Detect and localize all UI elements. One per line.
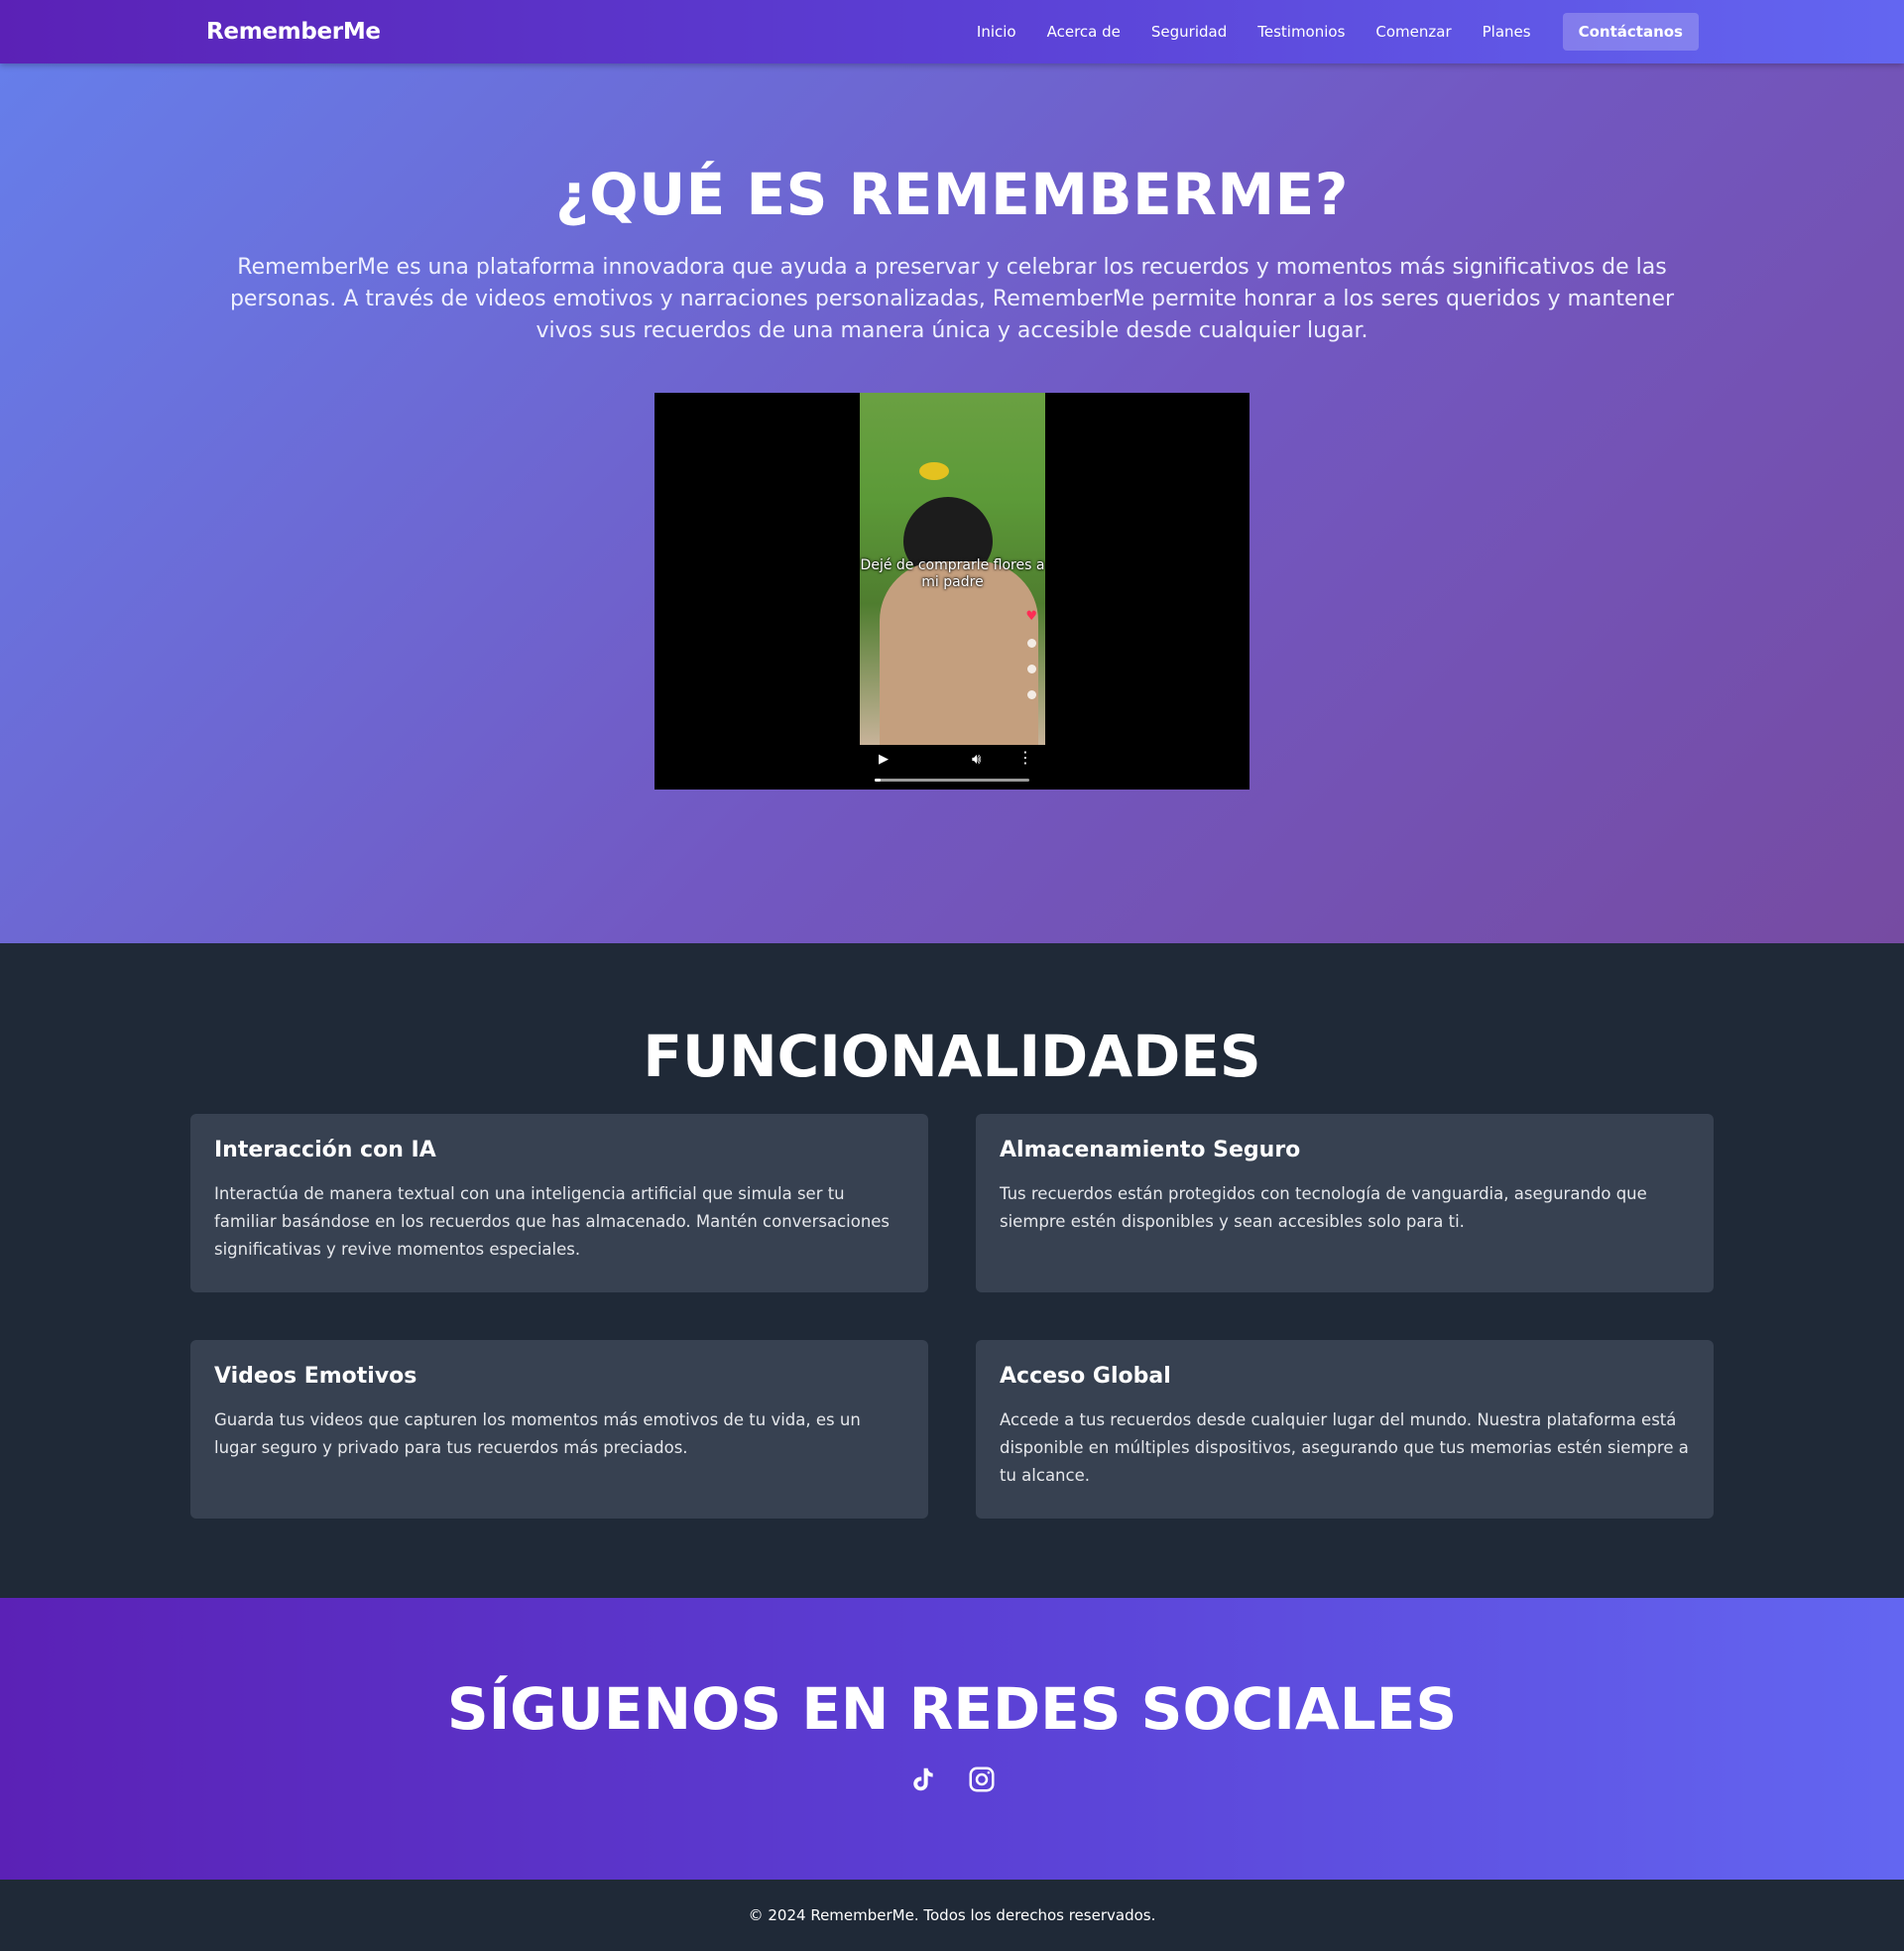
video-progress-bar[interactable] <box>875 779 1029 782</box>
feature-card-ia: Interacción con IA Interactúa de manera … <box>190 1114 928 1292</box>
nav-link-testimonios[interactable]: Testimonios <box>1257 23 1345 41</box>
share-icon <box>1027 690 1036 699</box>
social-icons <box>0 1765 1904 1794</box>
tiktok-icon[interactable] <box>907 1765 937 1794</box>
feature-card-title: Interacción con IA <box>214 1138 436 1162</box>
brand-logo[interactable]: RememberMe <box>206 19 381 45</box>
nav-menu: Inicio Acerca de Seguridad Testimonios C… <box>977 13 1699 51</box>
feature-card-global: Acceso Global Accede a tus recuerdos des… <box>976 1340 1714 1519</box>
footer: © 2024 RememberMe. Todos los derechos re… <box>0 1880 1904 1951</box>
nav-link-acerca[interactable]: Acerca de <box>1047 23 1121 41</box>
footer-copyright: © 2024 RememberMe. Todos los derechos re… <box>748 1906 1156 1924</box>
top-navbar: RememberMe Inicio Acerca de Seguridad Te… <box>0 0 1904 63</box>
hero-section: ¿QUÉ ES REMEMBERME? RememberMe es una pl… <box>0 63 1904 943</box>
hero-title: ¿QUÉ ES REMEMBERME? <box>555 161 1349 228</box>
feature-card-text: Interactúa de manera textual con una int… <box>214 1184 891 1259</box>
feature-card-text: Tus recuerdos están protegidos con tecno… <box>1000 1184 1647 1231</box>
feature-card-title: Videos Emotivos <box>214 1364 417 1389</box>
video-progress-fill <box>875 779 882 782</box>
more-options-icon[interactable]: ⋮ <box>1017 748 1033 767</box>
feature-card-text: Accede a tus recuerdos desde cualquier l… <box>1000 1410 1689 1485</box>
volume-icon[interactable]: 🔊︎ <box>972 750 981 768</box>
flowers-shape <box>919 462 949 480</box>
feature-card-title: Almacenamiento Seguro <box>1000 1138 1301 1162</box>
feature-card-storage: Almacenamiento Seguro Tus recuerdos está… <box>976 1114 1714 1292</box>
feature-card-title: Acceso Global <box>1000 1364 1171 1389</box>
nav-link-seguridad[interactable]: Seguridad <box>1151 23 1227 41</box>
features-section: FUNCIONALIDADES Interacción con IA Inter… <box>0 943 1904 1598</box>
nav-link-comenzar[interactable]: Comenzar <box>1375 23 1451 41</box>
feature-card-videos: Videos Emotivos Guarda tus videos que ca… <box>190 1340 928 1519</box>
video-caption: Dejé de comprarle flores a mi padre <box>860 557 1045 590</box>
features-title: FUNCIONALIDADES <box>643 1023 1261 1090</box>
nav-link-inicio[interactable]: Inicio <box>977 23 1016 41</box>
video-controls: ▶ 🔊︎ ⋮ <box>654 742 1250 790</box>
comment-icon <box>1027 639 1036 648</box>
instagram-icon[interactable] <box>967 1765 997 1794</box>
play-icon[interactable]: ▶ <box>879 752 889 767</box>
video-player[interactable]: Dejé de comprarle flores a mi padre ♥ ▶ … <box>654 393 1250 790</box>
heart-icon: ♥ <box>1025 609 1037 624</box>
bookmark-icon <box>1027 665 1036 673</box>
social-section: SÍGUENOS EN REDES SOCIALES <box>0 1598 1904 1880</box>
hero-description: RememberMe es una plataforma innovadora … <box>229 255 1675 343</box>
feature-card-text: Guarda tus videos que capturen los momen… <box>214 1410 861 1457</box>
contact-button[interactable]: Contáctanos <box>1562 13 1699 51</box>
social-title: SÍGUENOS EN REDES SOCIALES <box>446 1675 1458 1743</box>
video-frame: Dejé de comprarle flores a mi padre ♥ <box>860 393 1045 745</box>
nav-link-planes[interactable]: Planes <box>1483 23 1531 41</box>
